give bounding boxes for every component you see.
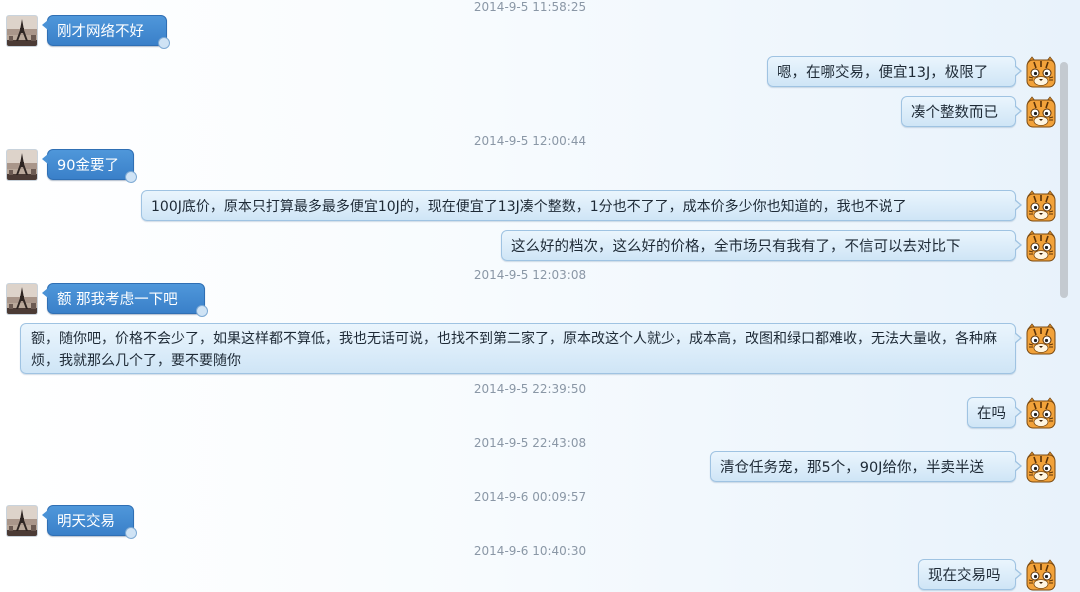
- message-timestamp: 2014-9-6 10:40:30: [473, 544, 587, 558]
- self-avatar[interactable]: [1025, 190, 1057, 222]
- incoming-message: 刚才网络不好: [42, 15, 170, 49]
- message-timestamp: 2014-9-5 22:43:08: [473, 436, 587, 450]
- message-timestamp: 2014-9-5 22:39:50: [473, 382, 587, 396]
- message-timestamp: 2014-9-6 00:09:57: [473, 490, 587, 504]
- outgoing-message: 在吗: [967, 397, 1022, 428]
- self-avatar[interactable]: [1025, 96, 1057, 128]
- contact-avatar[interactable]: [7, 150, 37, 180]
- vertical-scrollbar[interactable]: [1058, 0, 1070, 592]
- contact-avatar[interactable]: [7, 506, 37, 536]
- outgoing-message: 清仓任务宠，那5个，90J给你，半卖半送: [710, 451, 1022, 482]
- self-avatar[interactable]: [1025, 397, 1057, 429]
- self-avatar[interactable]: [1025, 230, 1057, 262]
- outgoing-message: 额，随你吧，价格不会少了，如果这样都不算低，我也无话可说，也找不到第二家了，原本…: [20, 323, 1022, 374]
- self-avatar[interactable]: [1025, 451, 1057, 483]
- message-timestamp: 2014-9-5 12:03:08: [473, 268, 587, 282]
- self-avatar[interactable]: [1025, 56, 1057, 88]
- message-timestamp: 2014-9-5 11:58:25: [473, 0, 587, 14]
- contact-avatar[interactable]: [7, 16, 37, 46]
- outgoing-message: 100J底价，原本只打算最多最多便宜10J的，现在便宜了13J凑个整数，1分也不…: [141, 190, 1022, 221]
- outgoing-message: 嗯，在哪交易，便宜13J，极限了: [767, 56, 1022, 87]
- incoming-message: 90金要了: [42, 149, 137, 183]
- chat-history: 2014-9-5 11:58:25 刚才网络不好 嗯，在哪交易，便宜13J，极限…: [0, 0, 1056, 592]
- self-avatar[interactable]: [1025, 559, 1057, 591]
- self-avatar[interactable]: [1025, 323, 1057, 355]
- outgoing-message: 现在交易吗: [918, 559, 1022, 590]
- message-timestamp: 2014-9-5 12:00:44: [473, 134, 587, 148]
- outgoing-message: 这么好的档次，这么好的价格，全市场只有我有了，不信可以去对比下: [501, 230, 1022, 261]
- outgoing-message: 凑个整数而已: [901, 96, 1022, 127]
- contact-avatar[interactable]: [7, 284, 37, 314]
- incoming-message: 额 那我考虑一下吧: [42, 283, 208, 317]
- scrollbar-thumb[interactable]: [1060, 62, 1068, 298]
- incoming-message: 明天交易: [42, 505, 137, 539]
